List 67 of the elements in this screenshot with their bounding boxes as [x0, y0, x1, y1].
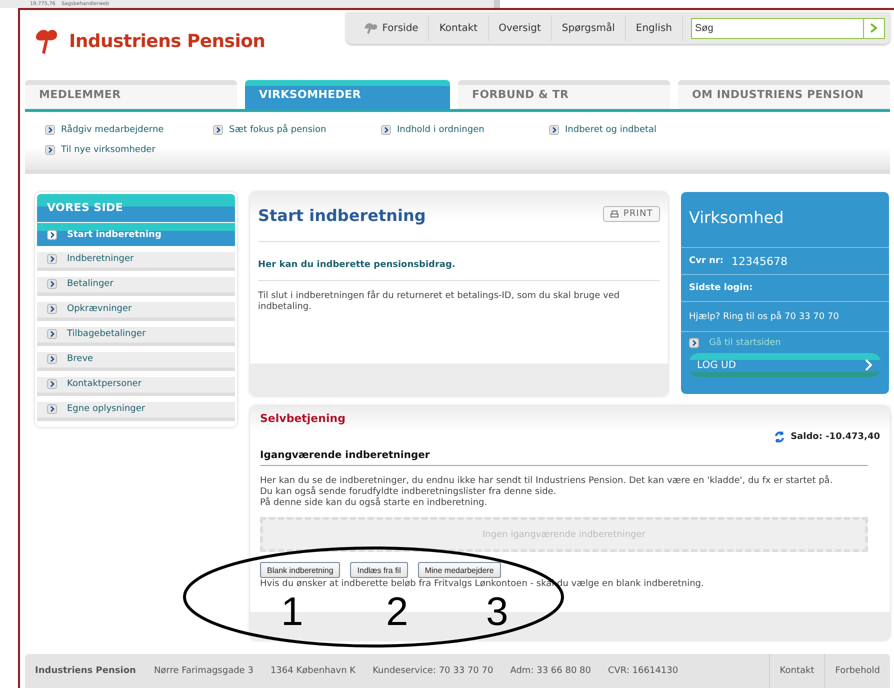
top-link[interactable]: Kontakt — [429, 15, 489, 41]
login-label: Sidste login: — [689, 283, 753, 293]
top-link[interactable]: Forside — [354, 15, 430, 41]
action-button[interactable]: Indlæs fra fil — [350, 562, 408, 578]
top-link[interactable]: Oversigt — [488, 15, 552, 41]
panel-title: Virksomhed — [681, 192, 889, 248]
footer-text: Adm: 33 66 80 80 — [510, 666, 591, 676]
footer-text: 1364 København K — [270, 666, 356, 676]
top-link[interactable]: English — [626, 15, 683, 41]
sidebar-item[interactable]: Start indberetning — [37, 223, 235, 246]
printer-icon — [610, 210, 620, 218]
action-button[interactable]: Blank indberetning — [260, 562, 340, 578]
nav-tab[interactable]: OM INDUSTRIENS PENSION — [678, 80, 890, 109]
nav-tab[interactable]: FORBUND & TR — [458, 80, 670, 109]
chevron-icon — [689, 338, 699, 348]
help-text: Hjælp? Ring til os på 70 33 70 70 — [689, 312, 839, 322]
section-heading: Igangværende indberetninger — [260, 443, 868, 466]
chevron-icon — [47, 354, 57, 364]
annotation-number: 1 — [281, 598, 304, 627]
section-title: Selvbetjening — [260, 412, 346, 425]
chevron-icon — [47, 230, 57, 240]
subnav-link[interactable]: Indhold i ordningen — [381, 122, 549, 138]
balance-text: Saldo: -10.473,40 — [790, 432, 880, 442]
refresh-icon[interactable] — [774, 431, 785, 443]
search-field[interactable]: Søg — [691, 18, 863, 38]
page-title: Start indberetning — [258, 206, 426, 225]
top-link[interactable]: Spørgsmål — [552, 15, 626, 41]
annotation-number: 3 — [486, 598, 508, 627]
nav-tab[interactable]: MEDLEMMER — [25, 80, 237, 109]
annotation-number: 2 — [386, 598, 408, 627]
footer-text: Kundeservice: 70 33 70 70 — [372, 666, 494, 676]
paragraph: Du kan også sende forudfyldte indberetningslister fra denne side. — [260, 487, 558, 497]
leaf-icon — [364, 22, 378, 34]
chevron-icon — [47, 279, 57, 289]
print-button[interactable]: PRINT — [603, 206, 660, 222]
chevron-right-icon — [870, 22, 878, 32]
chevron-icon — [213, 125, 223, 135]
logout-button[interactable]: LOG UD — [689, 353, 881, 377]
cvr-label: Cvr nr: — [689, 256, 724, 266]
chevron-icon — [381, 125, 391, 135]
nav-tab[interactable]: VIRKSOMHEDER — [245, 80, 450, 109]
subnav-link[interactable]: Rådgiv medarbejderne — [45, 122, 213, 138]
chevron-icon — [47, 329, 57, 339]
chevron-icon — [549, 125, 559, 135]
body-text: Til slut i indberetningen får du returneret et betalings-ID, som du skal bruge ved indbetaling. — [258, 289, 621, 313]
cvr-value: 12345678 — [732, 254, 788, 268]
subnav-link[interactable]: Indberet og indbetal — [549, 122, 719, 138]
footer-text: Nørre Farimagsgade 3 — [154, 666, 254, 676]
chevron-icon — [45, 145, 55, 155]
paragraph: På denne side kan du også starte en indberetning. — [260, 498, 488, 509]
sidebar-title: VORES SIDE — [37, 194, 235, 222]
logo-text: Industriens Pension — [69, 30, 266, 52]
lead-text: Her kan du indberette pensionsbidrag. — [258, 242, 660, 281]
footer-text: Industriens Pension — [35, 666, 136, 676]
subnav-link[interactable]: Til nye virksomheder — [45, 142, 213, 158]
chevron-icon — [47, 254, 57, 264]
subnav-link[interactable]: Sæt fokus på pension — [213, 122, 381, 138]
footer-text: CVR: 16614130 — [608, 666, 678, 676]
chevron-icon — [47, 304, 57, 314]
footer-link[interactable]: Forbehold — [824, 654, 890, 688]
footer-link[interactable]: Kontakt — [768, 654, 824, 688]
paragraph: Her kan du se de indberetninger, du endnu ikke har sendt til Industriens Pension. Det kan være en 'kladde', du fx er startet på. — [260, 476, 834, 486]
action-button[interactable]: Mine medarbejdere — [418, 562, 501, 578]
chevron-icon — [45, 125, 55, 135]
chevron-icon — [47, 404, 57, 414]
chevron-icon — [47, 379, 57, 389]
chevron-right-icon — [865, 359, 873, 371]
